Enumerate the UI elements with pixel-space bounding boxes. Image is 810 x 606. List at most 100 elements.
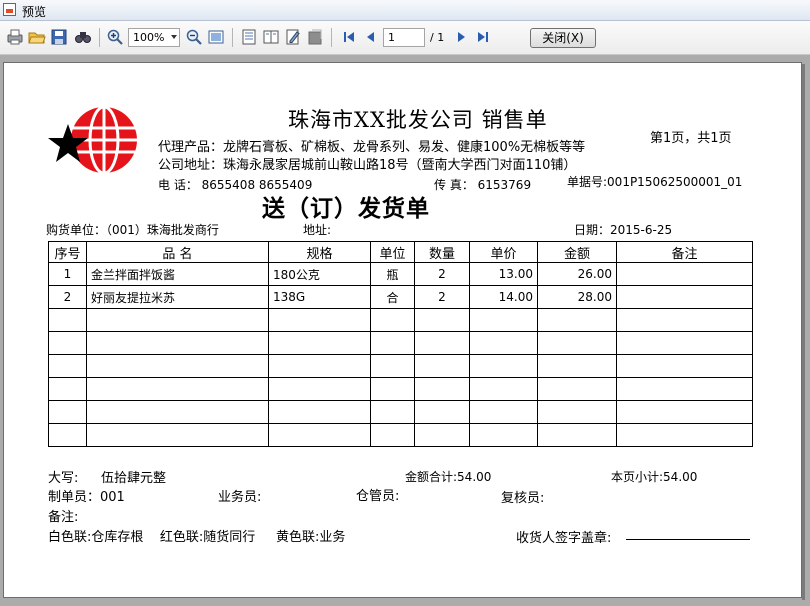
table-cell	[616, 354, 753, 378]
table-cell	[268, 331, 371, 355]
table-cell	[86, 423, 269, 447]
table-cell	[469, 423, 538, 447]
table-cell	[370, 423, 415, 447]
zoom-in-icon[interactable]	[106, 28, 124, 46]
table-cell: 13.00	[469, 262, 538, 286]
goods-table: 序号 品 名 规格 单位 数量 单价 金额 备注 1 金兰拌面拌饭酱 180公克瓶 2…	[48, 241, 753, 447]
warehouse-keeper: 仓管员:	[356, 489, 400, 504]
table-cell: 180公克	[268, 262, 371, 286]
column-header: 规格	[268, 241, 371, 263]
table-cell	[370, 331, 415, 355]
table-cell	[616, 400, 753, 424]
options-icon[interactable]	[306, 28, 324, 46]
find-icon[interactable]	[74, 28, 92, 46]
column-header: 序号	[48, 241, 87, 263]
table-cell	[414, 308, 470, 332]
table-cell: 1	[48, 262, 87, 286]
page-info: 第1页，共1页	[650, 131, 732, 146]
document-title: 送（订）发货单	[262, 196, 430, 222]
amount-in-words-label: 大写:	[48, 471, 79, 486]
chevron-down-icon	[171, 35, 177, 39]
table-row: 2 好丽友提拉米苏 138G 合 2 14.00 28.00	[48, 285, 753, 309]
table-cell	[86, 354, 269, 378]
table-cell	[48, 423, 87, 447]
window-titlebar: 预览	[0, 0, 810, 21]
table-cell	[414, 354, 470, 378]
document-date: 日期：2015-6-25	[574, 223, 673, 237]
page-current: 1	[388, 31, 395, 44]
table-cell	[469, 354, 538, 378]
column-header: 单位	[370, 241, 415, 263]
window-title: 预览	[22, 5, 47, 19]
table-cell	[48, 308, 87, 332]
edit-icon[interactable]	[284, 28, 302, 46]
agency-products: 代理产品：龙牌石膏板、矿棉板、龙骨系列、易发、健康100%无棉板等等	[158, 140, 586, 155]
table-row	[48, 354, 753, 378]
table-row	[48, 331, 753, 355]
table-cell	[86, 377, 269, 401]
company-fax: 传 真： 6153769	[434, 178, 532, 192]
company-address: 公司地址：珠海永晟家居城前山鞍山路18号（暨南大学西门对面110铺）	[158, 158, 577, 173]
table-cell	[370, 400, 415, 424]
company-logo-globe-star-icon	[48, 105, 137, 175]
buyer-unit: 购货单位：（001）珠海批发商行	[46, 223, 219, 237]
table-cell	[537, 400, 617, 424]
table-cell	[469, 308, 538, 332]
last-page-icon[interactable]	[474, 28, 492, 46]
page-width-icon[interactable]	[240, 28, 258, 46]
table-cell	[268, 400, 371, 424]
table-cell: 28.00	[537, 285, 617, 309]
page-total: / 1	[430, 31, 445, 44]
previous-page-icon[interactable]	[362, 28, 380, 46]
table-cell	[86, 400, 269, 424]
table-cell	[537, 354, 617, 378]
table-cell: 138G	[268, 285, 371, 309]
table-cell	[268, 354, 371, 378]
zoom-out-icon[interactable]	[185, 28, 203, 46]
table-cell	[414, 331, 470, 355]
table-cell	[86, 331, 269, 355]
close-button[interactable]: 关闭(X)	[530, 28, 596, 48]
table-cell: 2	[48, 285, 87, 309]
table-row	[48, 377, 753, 401]
company-name: 珠海市XX批发公司 销售单	[288, 108, 548, 132]
table-cell	[48, 400, 87, 424]
app-icon	[3, 3, 16, 16]
table-cell	[370, 308, 415, 332]
table-cell	[370, 354, 415, 378]
table-cell: 26.00	[537, 262, 617, 286]
table-cell	[616, 377, 753, 401]
table-cell	[48, 354, 87, 378]
zoom-select[interactable]: 100%	[128, 28, 180, 47]
column-header: 单价	[469, 241, 538, 263]
table-cell	[469, 377, 538, 401]
save-icon[interactable]	[50, 28, 68, 46]
column-header: 金额	[537, 241, 617, 263]
table-cell	[616, 262, 753, 286]
preview-toolbar: 100% 1 / 1 关闭(X)	[0, 21, 810, 55]
first-page-icon[interactable]	[340, 28, 358, 46]
table-cell	[616, 308, 753, 332]
table-cell	[616, 423, 753, 447]
table-cell	[537, 308, 617, 332]
table-cell: 合	[370, 285, 415, 309]
total-amount: 金额合计:54.00	[405, 470, 492, 484]
table-cell	[48, 377, 87, 401]
column-header: 备注	[616, 241, 753, 263]
page-shadow	[802, 64, 805, 600]
print-icon[interactable]	[6, 28, 24, 46]
page-number-input[interactable]: 1	[383, 28, 425, 47]
table-cell: 14.00	[469, 285, 538, 309]
open-folder-icon[interactable]	[28, 28, 46, 46]
table-row	[48, 308, 753, 332]
table-row: 1 金兰拌面拌饭酱 180公克瓶 2 13.00 26.00	[48, 262, 753, 286]
column-header: 数量	[414, 241, 470, 263]
two-page-icon[interactable]	[262, 28, 280, 46]
copy-distribution: 白色联:仓库存根 红色联:随货同行 黄色联:业务	[48, 530, 346, 545]
table-cell: 2	[414, 285, 470, 309]
whole-page-icon[interactable]	[207, 28, 225, 46]
receiver-signature-label: 收货人签字盖章:	[516, 531, 612, 546]
table-cell	[537, 377, 617, 401]
zoom-value: 100%	[133, 31, 165, 44]
next-page-icon[interactable]	[452, 28, 470, 46]
